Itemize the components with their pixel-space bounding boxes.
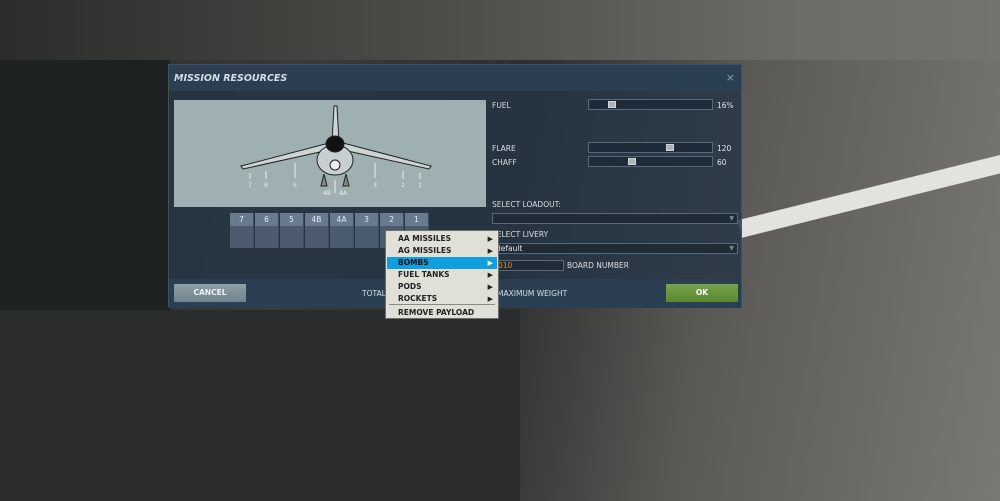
pylon-label: 5 <box>293 182 297 189</box>
board-number-label: BOARD NUMBER <box>567 261 629 270</box>
fuel-slider-thumb[interactable] <box>608 101 616 108</box>
pylon-label: 2 <box>401 182 405 189</box>
loadout-dropdown[interactable]: ▼ <box>492 213 738 224</box>
select-livery-label: SELECT LIVERY <box>492 230 549 239</box>
livery-dropdown[interactable]: default ▼ <box>492 243 738 254</box>
slot-header: 6 <box>255 213 278 226</box>
pylon-label: 7 <box>248 182 252 189</box>
cancel-button[interactable]: CANCEL <box>174 284 246 302</box>
background-cockpit-top <box>0 0 1000 60</box>
submenu-arrow-icon: ▶ <box>487 283 493 291</box>
menu-item-label: ROCKETS <box>398 294 438 303</box>
menu-separator <box>389 304 495 305</box>
slot-header: 5 <box>280 213 303 226</box>
pylon-label: 6 <box>264 182 268 189</box>
pylon-label: 4A <box>339 190 348 197</box>
livery-value: default <box>496 244 523 253</box>
close-icon[interactable]: × <box>726 71 735 84</box>
slot-header: 7 <box>230 213 253 226</box>
pylon-slot-5[interactable]: 5 <box>280 213 304 248</box>
menu-item-bombs[interactable]: BOMBS ▶ <box>387 257 497 269</box>
pylon-label: 4B <box>323 190 331 197</box>
slot-header: 2 <box>380 213 403 226</box>
chaff-slider-thumb[interactable] <box>628 158 636 165</box>
board-number-input[interactable]: 010 <box>492 260 564 271</box>
menu-item-pods[interactable]: PODS ▶ <box>387 281 497 293</box>
menu-item-aa-missiles[interactable]: AA MISSILES ▶ <box>387 233 497 245</box>
select-loadout-label: SELECT LOADOUT: <box>492 200 561 209</box>
flare-value: 120 <box>717 144 732 153</box>
pylon-slot-4b[interactable]: 4B <box>305 213 329 248</box>
background-runway-stripe <box>737 154 1000 238</box>
menu-item-remove-payload[interactable]: REMOVE PAYLOAD <box>387 307 497 319</box>
pylon-label: 1 <box>418 182 422 189</box>
maximum-weight-label: MAXIMUM WEIGHT <box>497 289 568 298</box>
menu-item-fuel-tanks[interactable]: FUEL TANKS ▶ <box>387 269 497 281</box>
flare-label: FLARE <box>492 144 516 153</box>
aircraft-front-view-icon: 7 6 5 4B 4A 3 2 1 <box>240 105 432 197</box>
menu-item-label: AG MISSILES <box>398 246 452 255</box>
payload-context-menu: AA MISSILES ▶ AG MISSILES ▶ BOMBS ▶ FUEL TA… <box>385 230 499 319</box>
menu-item-label: AA MISSILES <box>398 234 452 243</box>
slot-header: 4A <box>330 213 353 226</box>
pylon-slot-7[interactable]: 7 <box>230 213 254 248</box>
fuel-value: 16% <box>717 101 734 110</box>
menu-item-label: BOMBS <box>398 258 429 267</box>
slot-header: 3 <box>355 213 378 226</box>
pylon-slot-3[interactable]: 3 <box>355 213 379 248</box>
dialog-title: MISSION RESOURCES <box>174 73 288 84</box>
background-cockpit-lower <box>0 310 520 501</box>
chevron-down-icon: ▼ <box>729 215 734 222</box>
pylon-label: 3 <box>373 182 377 189</box>
chaff-label: CHAFF <box>492 158 517 167</box>
submenu-arrow-icon: ▶ <box>487 247 493 255</box>
slot-header: 1 <box>405 213 428 226</box>
total-weight-label: TOTAL <box>362 289 386 298</box>
menu-item-label: FUEL TANKS <box>398 270 450 279</box>
aircraft-pylon-diagram: 7 6 5 4B 4A 3 2 1 <box>174 100 486 207</box>
flare-slider-thumb[interactable] <box>666 144 674 151</box>
ok-button[interactable]: OK <box>666 284 738 302</box>
chaff-slider[interactable] <box>588 156 713 167</box>
menu-item-label: PODS <box>398 282 422 291</box>
pylon-slot-6[interactable]: 6 <box>255 213 279 248</box>
pylon-slot-4a[interactable]: 4A <box>330 213 354 248</box>
submenu-arrow-icon: ▶ <box>487 235 493 243</box>
chevron-down-icon: ▼ <box>729 245 734 252</box>
flare-slider[interactable] <box>588 142 713 153</box>
submenu-arrow-icon: ▶ <box>487 271 493 279</box>
fuel-label: FUEL <box>492 101 511 110</box>
submenu-arrow-icon: ▶ <box>487 259 493 267</box>
fuel-slider[interactable] <box>588 99 713 110</box>
chaff-value: 60 <box>717 158 727 167</box>
dialog-header: MISSION RESOURCES × <box>169 65 741 91</box>
menu-item-ag-missiles[interactable]: AG MISSILES ▶ <box>387 245 497 257</box>
slot-header: 4B <box>305 213 328 226</box>
